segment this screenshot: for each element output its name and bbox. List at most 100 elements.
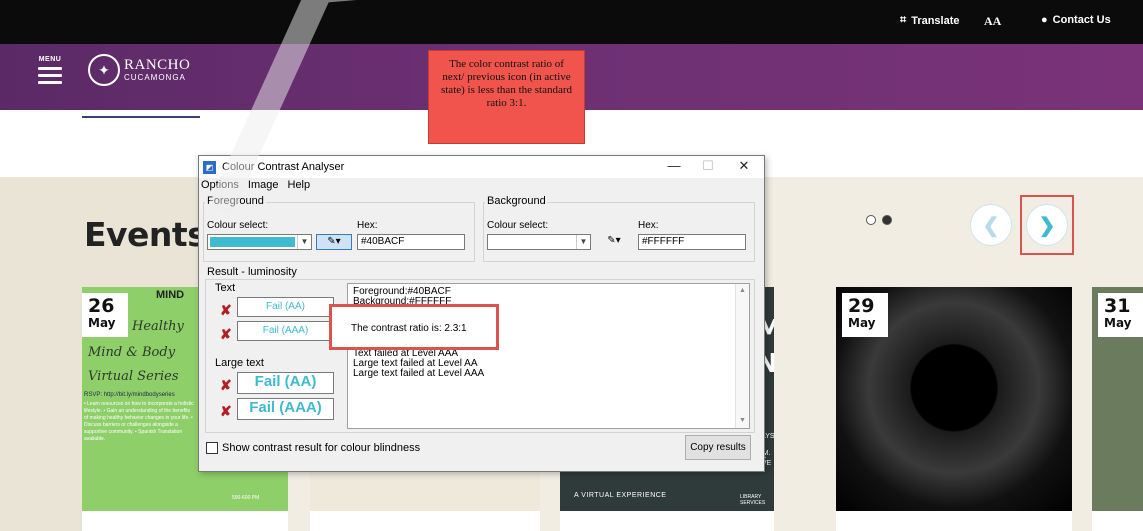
next-button-highlight: ❯ bbox=[1020, 195, 1074, 255]
scroll-down-icon[interactable]: ▼ bbox=[739, 416, 746, 426]
event-card-footer: A VIRTUAL EXPERIENCE bbox=[574, 492, 667, 499]
fail-x-icon: ✘ bbox=[220, 377, 232, 393]
event-card-footer-strip bbox=[1092, 511, 1143, 531]
window-titlebar: ◩ Colour Contrast Analyser — ☐ ✕ bbox=[199, 156, 764, 178]
colour-blindness-label: Show contrast result for colour blindnes… bbox=[222, 442, 421, 454]
carousel-dot-2[interactable] bbox=[882, 215, 892, 225]
large-text-aaa-result: Fail (AAA) bbox=[237, 398, 334, 420]
foreground-label: Foreground bbox=[205, 195, 266, 207]
menu-button[interactable]: MENU bbox=[38, 56, 62, 84]
contact-us-link[interactable]: ● Contact Us bbox=[1041, 14, 1111, 26]
foreground-group bbox=[203, 202, 475, 262]
carousel-dots bbox=[866, 215, 892, 225]
top-utility-bar: ⌗ Translate AA ● Contact Us bbox=[0, 0, 1143, 44]
dropdown-panel-edge bbox=[82, 110, 200, 118]
event-date: 31 May bbox=[1098, 293, 1143, 337]
menu-icon-bar bbox=[38, 74, 62, 77]
translate-link[interactable]: ⌗ Translate bbox=[900, 14, 960, 27]
minimize-icon[interactable]: — bbox=[659, 158, 689, 176]
event-card-title-line3: Virtual Series bbox=[88, 369, 179, 384]
menu-options[interactable]: Options bbox=[201, 179, 239, 191]
event-card[interactable]: 31 May bbox=[1092, 287, 1143, 511]
background-label: Background bbox=[485, 195, 548, 207]
foreground-hex-field[interactable]: #40BACF bbox=[357, 234, 465, 250]
translate-icon: ⌗ bbox=[900, 14, 907, 26]
background-colour-select-label: Colour select: bbox=[487, 220, 549, 231]
event-day: 31 bbox=[1104, 295, 1131, 317]
menu-image[interactable]: Image bbox=[248, 179, 279, 191]
results-scrollbar[interactable]: ▲ ▼ bbox=[735, 284, 749, 428]
fail-x-icon: ✘ bbox=[220, 326, 232, 342]
copy-results-button[interactable]: Copy results bbox=[685, 435, 751, 460]
window-menubar: Options Image Help bbox=[201, 179, 310, 191]
logo-line1: RANCHO bbox=[124, 57, 191, 73]
event-month: May bbox=[88, 316, 116, 330]
event-card-title-line2: Mind & Body bbox=[88, 345, 176, 360]
event-day: 26 bbox=[88, 295, 115, 317]
maximize-icon[interactable]: ☐ bbox=[693, 158, 723, 176]
event-month: May bbox=[848, 316, 876, 330]
colour-blindness-checkbox[interactable]: Show contrast result for colour blindnes… bbox=[206, 442, 420, 454]
foreground-eyedropper-button[interactable]: ✎▾ bbox=[316, 234, 352, 250]
event-card-bullets: • Learn resources on how to incorporate … bbox=[84, 401, 194, 442]
close-icon[interactable]: ✕ bbox=[729, 158, 759, 176]
next-button[interactable]: ❯ bbox=[1026, 204, 1068, 246]
menu-help[interactable]: Help bbox=[288, 179, 311, 191]
contrast-ratio-text: The contrast ratio is: 2.3:1 bbox=[351, 323, 467, 334]
chat-bubble-icon: ● bbox=[1041, 14, 1048, 26]
background-hex-label: Hex: bbox=[638, 220, 659, 231]
result-label: Result - luminosity bbox=[205, 266, 299, 278]
chevron-right-icon: ❯ bbox=[1038, 214, 1056, 237]
carousel-dot-1[interactable] bbox=[866, 215, 876, 225]
menu-icon-bar bbox=[38, 81, 62, 84]
background-swatch bbox=[490, 237, 574, 247]
background-eyedropper-button[interactable]: ✎▾ bbox=[596, 234, 632, 250]
event-card-title-line1: Healthy bbox=[132, 319, 184, 334]
event-card-time: 500-600 PM bbox=[232, 495, 260, 501]
text-aaa-result: Fail (AAA) bbox=[237, 321, 334, 341]
chevron-down-icon: ▼ bbox=[576, 235, 590, 249]
background-colour-select[interactable]: ▼ bbox=[487, 234, 591, 250]
event-date: 26 May bbox=[82, 293, 128, 337]
text-aa-result: Fail (AA) bbox=[237, 297, 334, 317]
event-card-brand: MIND bbox=[156, 289, 185, 301]
contrast-ratio-highlight: The contrast ratio is: 2.3:1 bbox=[329, 304, 499, 350]
events-heading: Events bbox=[84, 215, 207, 254]
background-group bbox=[483, 202, 755, 262]
large-text-label: Large text bbox=[215, 357, 264, 369]
fail-x-icon: ✘ bbox=[220, 403, 232, 419]
event-month: May bbox=[1104, 316, 1132, 330]
result-line: Large text failed at Level AAA bbox=[353, 368, 485, 379]
annotation-callout: The color contrast ratio of next/ previo… bbox=[428, 50, 585, 144]
background-hex-field[interactable]: #FFFFFF bbox=[638, 234, 746, 250]
foreground-colour-select-label: Colour select: bbox=[207, 220, 269, 231]
event-card-footer-strip bbox=[82, 511, 288, 531]
event-day: 29 bbox=[848, 295, 875, 317]
menu-icon bbox=[38, 67, 62, 70]
previous-button[interactable]: ❮ bbox=[970, 204, 1012, 246]
event-card-footer-strip bbox=[836, 511, 1072, 531]
site-logo[interactable]: ✦ RANCHO CUCAMONGA bbox=[88, 54, 190, 86]
city-seal-icon: ✦ bbox=[88, 54, 120, 86]
page: ⌗ Translate AA ● Contact Us MENU ✦ RANCH… bbox=[0, 0, 1143, 531]
event-card-rsvp: RSVP: http://bit.ly/mindbodyseries bbox=[84, 392, 175, 398]
logo-line2: CUCAMONGA bbox=[124, 73, 186, 82]
eyedropper-icon: ✎▾ bbox=[327, 236, 341, 247]
window-title: Colour Contrast Analyser bbox=[222, 161, 345, 173]
eyedropper-icon: ✎▾ bbox=[607, 235, 621, 246]
text-label: Text bbox=[215, 282, 236, 294]
event-card-footer-strip bbox=[560, 511, 774, 531]
scroll-up-icon[interactable]: ▲ bbox=[739, 286, 746, 296]
font-size-toggle[interactable]: AA bbox=[984, 14, 1001, 29]
event-card-library: LIBRARY SERVICES bbox=[740, 494, 766, 506]
fail-x-icon: ✘ bbox=[220, 302, 232, 318]
large-text-aa-result: Fail (AA) bbox=[237, 372, 334, 394]
chevron-left-icon: ❮ bbox=[982, 214, 1000, 237]
event-card[interactable]: 29 May bbox=[836, 287, 1072, 511]
event-card-footer-strip bbox=[310, 511, 540, 531]
foreground-colour-select[interactable]: ▼ bbox=[207, 234, 312, 250]
foreground-hex-label: Hex: bbox=[357, 220, 378, 231]
checkbox-box[interactable] bbox=[206, 442, 218, 454]
foreground-swatch bbox=[210, 237, 295, 247]
event-date: 29 May bbox=[842, 293, 888, 337]
